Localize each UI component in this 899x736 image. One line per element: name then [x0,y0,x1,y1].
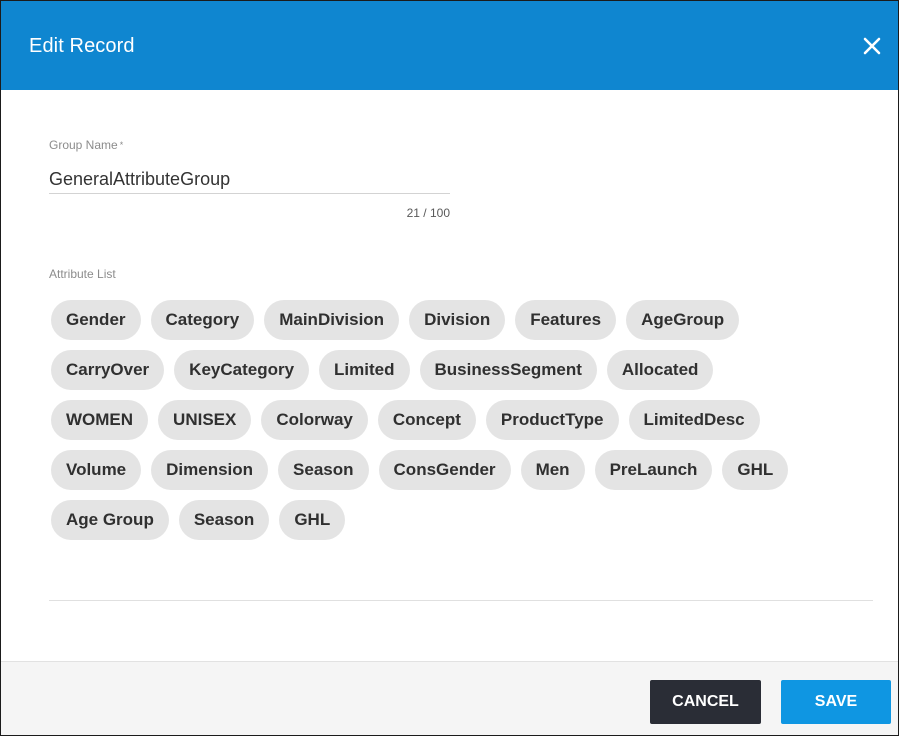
char-counter: 21 / 100 [406,206,450,220]
attribute-chip[interactable]: MainDivision [264,300,400,340]
chip-row: Age Group Season GHL [51,500,871,540]
attribute-chip[interactable]: Volume [51,450,142,490]
chip-row: CarryOver KeyCategory Limited BusinessSegme… [51,350,871,390]
attribute-chip[interactable]: Division [409,300,506,340]
attribute-chip-list: Gender Category MainDivision Division Featur… [51,300,871,550]
attribute-chip[interactable]: GHL [279,500,346,540]
attribute-chip[interactable]: WOMEN [51,400,149,440]
edit-record-dialog: Edit Record Group Name* 21 / 100 Attribu… [0,0,899,736]
attribute-chip[interactable]: Category [150,300,255,340]
divider [49,600,873,601]
attribute-chip[interactable]: UNISEX [158,400,252,440]
cancel-button[interactable]: CANCEL [650,680,761,724]
attribute-chip[interactable]: Gender [51,300,141,340]
chip-row: Volume Dimension Season ConsGender Men PreLau… [51,450,871,490]
dialog-title: Edit Record [29,35,135,57]
attribute-chip[interactable]: Men [520,450,585,490]
attribute-chip[interactable]: Season [278,450,369,490]
attribute-chip[interactable]: Features [515,300,617,340]
dialog-header: Edit Record [1,1,898,90]
close-icon [863,37,881,55]
group-name-input[interactable] [49,165,450,194]
chip-row: Gender Category MainDivision Division Featur… [51,300,871,340]
attribute-chip[interactable]: Concept [377,400,476,440]
attribute-chip[interactable]: Dimension [151,450,269,490]
attribute-chip[interactable]: KeyCategory [174,350,310,390]
attribute-chip[interactable]: PreLaunch [594,450,713,490]
attribute-chip[interactable]: LimitedDesc [628,400,760,440]
close-button[interactable] [860,34,884,58]
attribute-list-label: Attribute List [49,267,116,281]
attribute-chip[interactable]: BusinessSegment [419,350,597,390]
group-name-label: Group Name * [49,138,124,152]
attribute-chip[interactable]: GHL [722,450,789,490]
save-button[interactable]: SAVE [781,680,891,724]
attribute-chip[interactable]: Colorway [261,400,368,440]
chip-row: WOMEN UNISEX Colorway Concept ProductType Lim… [51,400,871,440]
dialog-footer: CANCEL SAVE [1,661,898,735]
attribute-chip[interactable]: AgeGroup [626,300,740,340]
attribute-chip[interactable]: Season [178,500,270,540]
required-mark: * [119,140,124,150]
attribute-chip[interactable]: CarryOver [51,350,165,390]
attribute-chip[interactable]: Allocated [606,350,714,390]
attribute-chip[interactable]: Limited [319,350,410,390]
attribute-chip[interactable]: ProductType [485,400,619,440]
attribute-chip[interactable]: Age Group [51,500,169,540]
attribute-chip[interactable]: ConsGender [378,450,511,490]
